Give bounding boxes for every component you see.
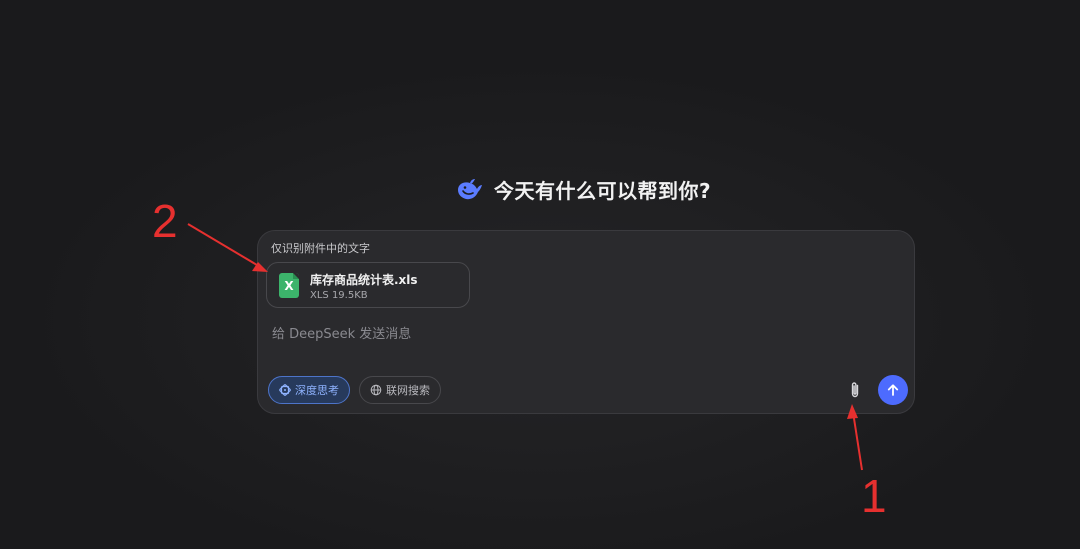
- greeting: 今天有什么可以帮到你?: [456, 172, 711, 206]
- chat-input-box: 仅识别附件中的文字 X 库存商品统计表.xls XLS 19.5KB 深度思考: [257, 230, 915, 414]
- annotation-number-2: 2: [152, 195, 178, 247]
- web-search-button[interactable]: 联网搜索: [359, 376, 441, 404]
- send-button[interactable]: [878, 375, 908, 405]
- excel-file-icon: X: [279, 273, 299, 298]
- attachment-name: 库存商品统计表.xls: [310, 273, 418, 287]
- atom-icon: [279, 384, 291, 396]
- paperclip-icon: [851, 382, 859, 398]
- annotation-number-1: 1: [861, 470, 887, 522]
- whale-logo-icon: [458, 179, 482, 200]
- attach-button[interactable]: [844, 379, 866, 401]
- attachment-meta: XLS 19.5KB: [310, 290, 368, 301]
- annotation-arrow-1: [852, 411, 863, 471]
- page: 今天有什么可以帮到你? 仅识别附件中的文字 X 库存商品统计表.xls XLS …: [0, 0, 1080, 549]
- arrow-up-icon: [887, 384, 899, 396]
- deep-think-button[interactable]: 深度思考: [268, 376, 350, 404]
- page-title: 今天有什么可以帮到你?: [494, 178, 712, 203]
- message-input[interactable]: [272, 323, 832, 345]
- annotation-arrow-2: [187, 223, 263, 269]
- file-icon-letter: X: [284, 279, 294, 293]
- deep-think-label: 深度思考: [295, 384, 339, 397]
- web-search-label: 联网搜索: [386, 384, 430, 397]
- attachment-notice: 仅识别附件中的文字: [271, 242, 370, 255]
- attachment-card[interactable]: X 库存商品统计表.xls XLS 19.5KB: [266, 262, 470, 308]
- globe-icon: [370, 384, 382, 396]
